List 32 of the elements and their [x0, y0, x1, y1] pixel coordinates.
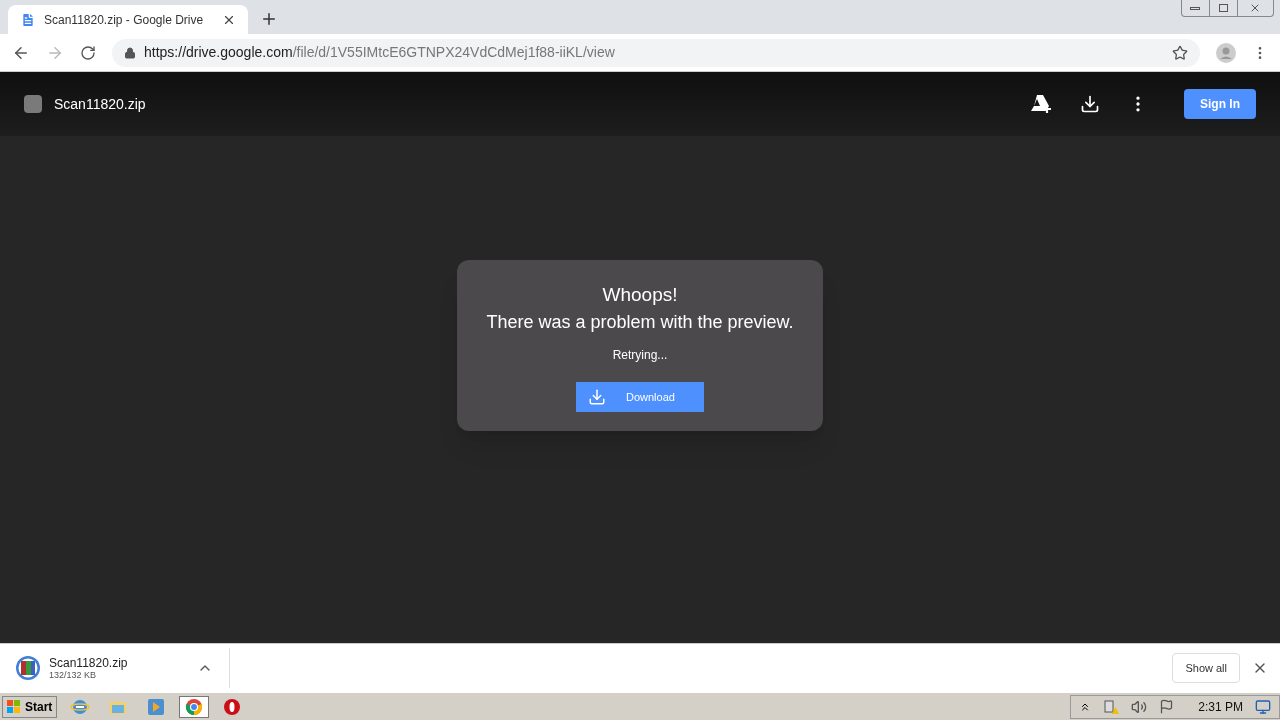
document-icon	[20, 11, 36, 28]
new-tab-icon[interactable]	[260, 10, 278, 28]
clock: 2:31 PM	[1198, 698, 1243, 716]
file-name: Scan11820.zip	[54, 94, 146, 114]
download-item[interactable]: Scan11820.zip 132/132 KB	[0, 648, 230, 688]
start-button[interactable]: Start	[2, 695, 58, 718]
download-size: 132/132 KB	[49, 669, 97, 681]
desktop-icon[interactable]	[1255, 698, 1271, 715]
taskbar-app[interactable]	[179, 695, 210, 718]
play-icon	[147, 697, 166, 716]
reload-icon[interactable]	[80, 44, 96, 61]
dialog-message: There was a problem with the preview.	[486, 311, 794, 334]
chrome-icon	[185, 697, 204, 716]
o-logo-icon	[223, 697, 242, 716]
windows-logo-icon	[7, 699, 21, 714]
address-bar[interactable]: https://drive.google.com/file/d/1V55IMtcE6GTNPX24VdCdMej1f88-iiKL/view	[112, 38, 1200, 67]
browser-tab[interactable]: Scan11820.zip - Google Drive	[8, 5, 248, 34]
download-icon[interactable]	[1080, 94, 1100, 114]
tab-title: Scan11820.zip - Google Drive	[44, 11, 205, 29]
profile-avatar-icon[interactable]	[1216, 42, 1236, 63]
archive-books-icon	[15, 655, 41, 681]
download-file-name: Scan11820.zip	[49, 655, 129, 670]
star-icon[interactable]	[1172, 44, 1188, 61]
download-icon	[588, 388, 606, 406]
status-text: Retrying...	[612, 347, 668, 364]
show-all-button[interactable]: Show all	[1172, 653, 1240, 683]
volume-icon[interactable]	[1131, 698, 1148, 715]
dialog-title: Whoops!	[602, 283, 678, 307]
drive-add-icon[interactable]	[1030, 94, 1052, 114]
lock-icon	[124, 46, 136, 59]
flag-icon[interactable]	[1159, 699, 1175, 714]
url-text: https://drive.google.com/file/d/1V55IMtcE6GTNPX24VdCdMej1f88-iiKL/view	[144, 43, 615, 62]
